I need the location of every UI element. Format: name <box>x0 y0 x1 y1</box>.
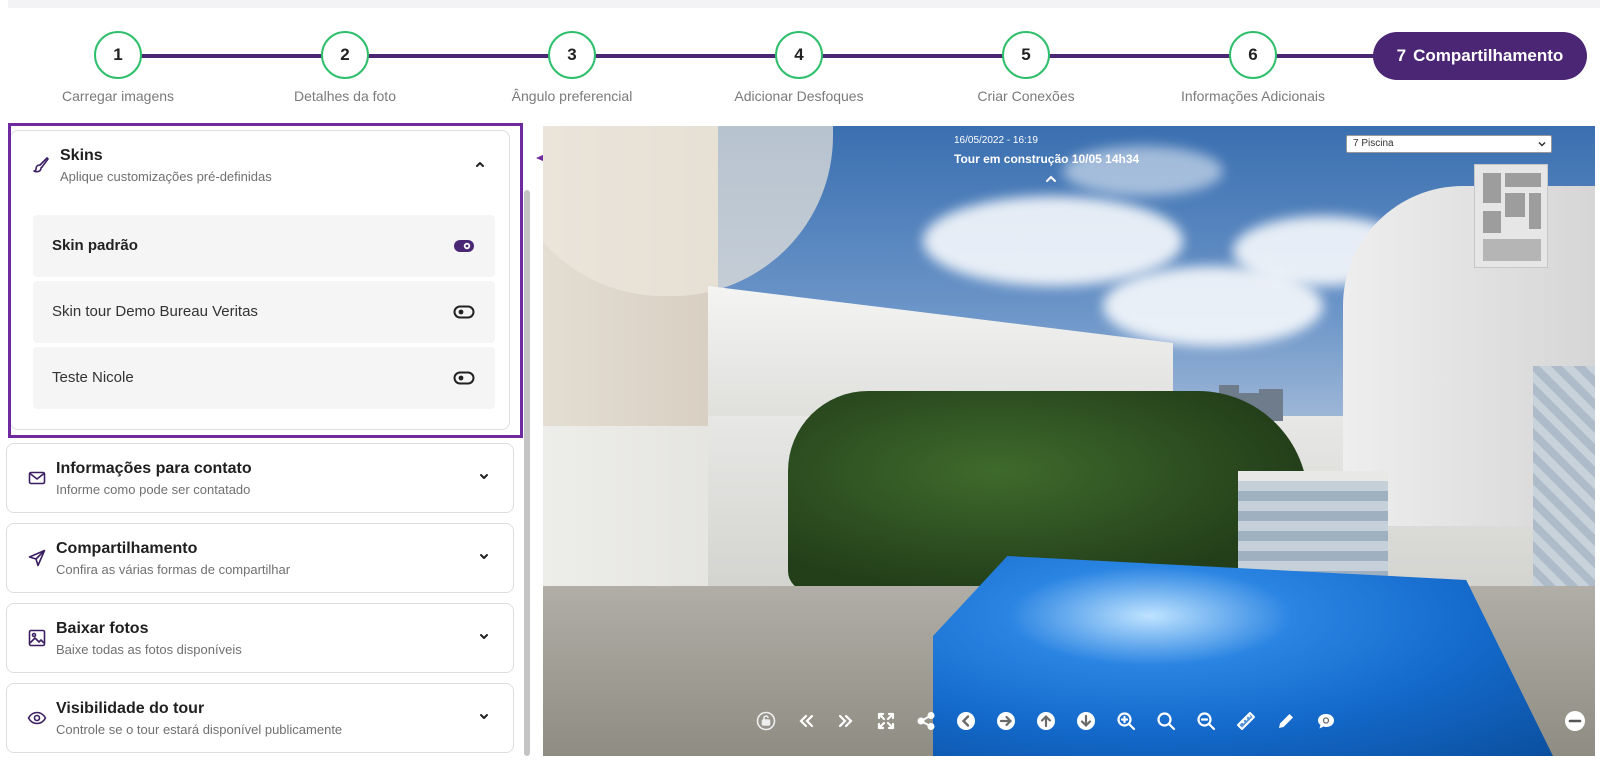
send-icon <box>28 549 46 567</box>
zoom-in-icon <box>1117 712 1136 731</box>
right-tile-wall <box>1533 366 1595 586</box>
step-1-label: Carregar imagens <box>61 88 175 104</box>
pan-right-button[interactable] <box>991 706 1021 736</box>
comment-button[interactable] <box>1311 706 1341 736</box>
chevron-down-icon[interactable] <box>477 470 491 484</box>
tour-visibility-title: Visibilidade do tour <box>56 700 205 717</box>
step-6[interactable]: 6 Informações Adicionais <box>1163 28 1343 104</box>
share-panel[interactable]: Compartilhamento Confira as várias forma… <box>6 523 514 593</box>
chevron-down-icon[interactable] <box>477 630 491 644</box>
step-2-label: Detalhes da foto <box>294 88 396 104</box>
step-2-number: 2 <box>321 31 369 79</box>
tour-visibility-subtitle: Controle se o tour estará disponível pub… <box>56 722 343 737</box>
comment-icon <box>1318 714 1334 729</box>
share-subtitle: Confira as várias formas de compartilhar <box>56 562 291 577</box>
arrow-right-circle-icon <box>997 712 1015 730</box>
zoom-out-button[interactable] <box>1191 706 1221 736</box>
minus-circle-icon[interactable] <box>1563 709 1587 733</box>
contact-subtitle: Informe como pode ser contatado <box>56 482 251 497</box>
download-photos-subtitle: Baixe todas as fotos disponíveis <box>56 642 242 657</box>
floor-plan-minimap[interactable] <box>1474 164 1548 268</box>
share-title: Compartilhamento <box>56 540 198 557</box>
ruler-icon <box>1237 712 1255 730</box>
chevron-down-icon[interactable] <box>477 710 491 724</box>
top-strip <box>8 0 1600 8</box>
scene-select[interactable]: 7 Piscina <box>1346 135 1552 153</box>
image-icon <box>28 629 46 647</box>
share-button[interactable] <box>911 706 941 736</box>
step-1-number: 1 <box>94 31 142 79</box>
download-photos-title: Baixar fotos <box>56 620 149 637</box>
fullscreen-icon <box>877 712 895 730</box>
tour-title: Tour em construção 10/05 14h34 <box>954 152 1140 166</box>
step-6-label: Informações Adicionais <box>1181 88 1325 104</box>
mail-icon <box>28 471 46 485</box>
step-4-label: Adicionar Desfoques <box>734 88 864 104</box>
contact-panel[interactable]: Informações para contato Informe como po… <box>6 443 514 513</box>
chevron-down-icon[interactable] <box>477 550 491 564</box>
double-chevron-left-icon <box>799 714 814 728</box>
lock-button[interactable] <box>751 706 781 736</box>
fullscreen-button[interactable] <box>871 706 901 736</box>
panorama-viewer[interactable]: 16/05/2022 - 16:19 Tour em construção 10… <box>543 126 1595 756</box>
contact-title: Informações para contato <box>56 460 252 477</box>
arrow-left-circle-icon <box>957 712 975 730</box>
sidebar-scrollbar[interactable] <box>524 190 530 756</box>
step-6-number: 6 <box>1229 31 1277 79</box>
scene-select-value: 7 Piscina <box>1353 138 1394 149</box>
zoom-reset-button[interactable] <box>1151 706 1181 736</box>
zoom-out-icon <box>1197 712 1216 731</box>
share-icon <box>917 712 935 730</box>
step-2[interactable]: 2 Detalhes da foto <box>255 28 435 104</box>
previous-scene-button[interactable] <box>791 706 821 736</box>
arrow-down-circle-icon <box>1077 712 1095 730</box>
zoom-in-button[interactable] <box>1111 706 1141 736</box>
step-5[interactable]: 5 Criar Conexões <box>936 28 1116 104</box>
cloud-shape <box>923 196 1183 286</box>
lock-icon <box>756 711 776 731</box>
pencil-icon <box>1279 714 1293 728</box>
pan-up-button[interactable] <box>1031 706 1061 736</box>
double-chevron-right-icon <box>838 714 853 728</box>
measure-button[interactable] <box>1231 706 1261 736</box>
skins-highlight-box <box>8 123 523 438</box>
eye-icon <box>27 711 47 725</box>
step-3[interactable]: 3 Ângulo preferencial <box>482 28 662 104</box>
step-5-number: 5 <box>1002 31 1050 79</box>
wizard-stepper: 1 Carregar imagens 2 Detalhes da foto 3 … <box>0 28 1600 108</box>
chevron-down-icon <box>1538 141 1546 147</box>
step-7-active[interactable]: 7 Compartilhamento <box>1373 32 1587 80</box>
pan-left-button[interactable] <box>951 706 981 736</box>
step-4-number: 4 <box>775 31 823 79</box>
next-scene-button[interactable] <box>831 706 861 736</box>
step-3-label: Ângulo preferencial <box>511 88 633 104</box>
step-3-number: 3 <box>548 31 596 79</box>
viewer-toolbar <box>751 706 1341 736</box>
tour-date: 16/05/2022 - 16:19 <box>954 135 1038 146</box>
step-1[interactable]: 1 Carregar imagens <box>28 28 208 104</box>
draw-button[interactable] <box>1271 706 1301 736</box>
arrow-up-circle-icon <box>1037 712 1055 730</box>
pan-down-button[interactable] <box>1071 706 1101 736</box>
step-4[interactable]: 4 Adicionar Desfoques <box>709 28 889 104</box>
magnifier-icon <box>1157 712 1176 731</box>
download-photos-panel[interactable]: Baixar fotos Baixe todas as fotos dispon… <box>6 603 514 673</box>
step-7-label: Compartilhamento <box>1413 46 1564 65</box>
step-5-label: Criar Conexões <box>977 88 1075 104</box>
step-7-number: 7 <box>1396 46 1407 65</box>
chevron-up-icon[interactable] <box>1045 174 1057 184</box>
tour-visibility-panel[interactable]: Visibilidade do tour Controle se o tour … <box>6 683 514 753</box>
